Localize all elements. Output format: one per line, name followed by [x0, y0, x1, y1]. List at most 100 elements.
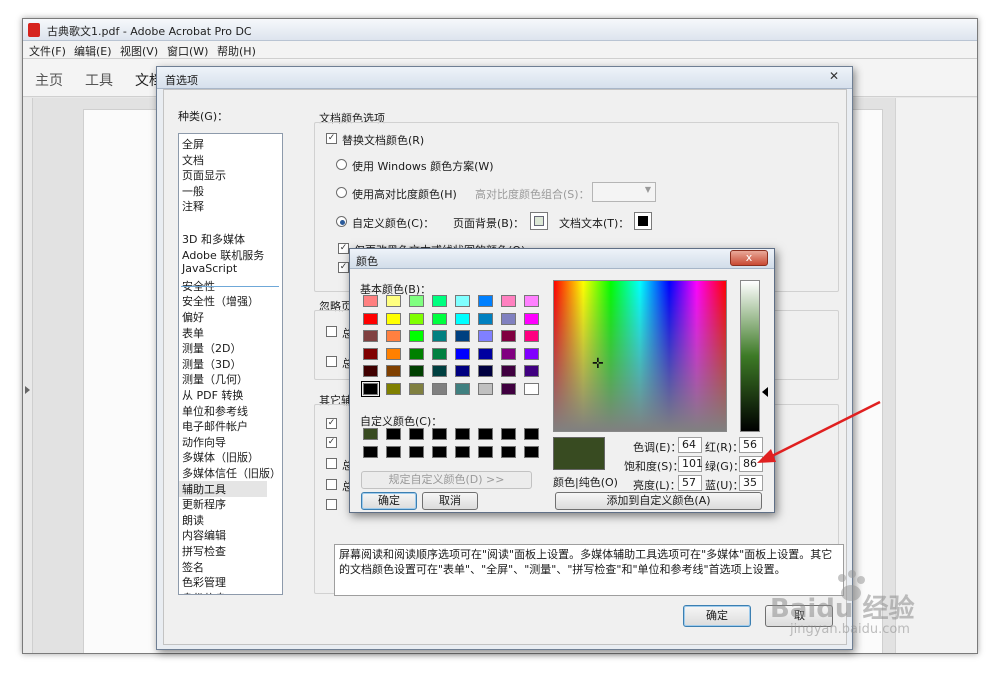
custom-color-swatch[interactable]: [455, 428, 470, 440]
category-item[interactable]: 色彩管理: [182, 574, 226, 590]
close-icon[interactable]: ✕: [824, 69, 844, 85]
category-item[interactable]: 文档: [182, 152, 204, 168]
replace-colors-checkbox[interactable]: ✓: [326, 133, 337, 144]
menu-view[interactable]: 视图(V): [120, 43, 158, 59]
category-item[interactable]: 电子邮件帐户: [182, 418, 248, 434]
color-ok-button[interactable]: 确定: [361, 492, 417, 510]
high-contrast-radio[interactable]: [336, 187, 347, 198]
category-item[interactable]: Adobe 联机服务: [182, 247, 264, 263]
category-item[interactable]: 拼写检查: [182, 543, 226, 559]
left-panel-strip[interactable]: [23, 98, 33, 653]
page-background-swatch[interactable]: [530, 212, 548, 230]
category-item[interactable]: 测量（2D）: [182, 340, 241, 356]
custom-color-swatch[interactable]: [455, 446, 470, 458]
basic-color-swatch[interactable]: [432, 330, 447, 343]
other-option-3-checkbox[interactable]: [326, 458, 337, 469]
basic-color-swatch[interactable]: [432, 383, 447, 395]
high-contrast-select[interactable]: ▼: [592, 182, 656, 202]
category-item-selected[interactable]: 辅助工具: [179, 480, 267, 497]
color-spectrum[interactable]: ✛: [553, 280, 727, 432]
custom-color-swatch[interactable]: [409, 446, 424, 458]
basic-color-swatch[interactable]: [501, 347, 516, 360]
category-item[interactable]: JavaScript: [182, 262, 237, 275]
custom-color-swatch[interactable]: [524, 428, 539, 440]
basic-color-swatch[interactable]: [455, 365, 470, 378]
basic-color-swatch[interactable]: [386, 295, 401, 307]
other-option-1-checkbox[interactable]: ✓: [326, 418, 337, 429]
category-item[interactable]: 表单: [182, 325, 204, 341]
custom-color-swatch[interactable]: [409, 428, 424, 440]
color-dialog-close-button[interactable]: x: [730, 250, 768, 266]
tab-home[interactable]: 主页: [35, 70, 63, 90]
custom-color-swatch[interactable]: [432, 446, 447, 458]
ignore-option-2-checkbox[interactable]: [326, 356, 337, 367]
basic-color-swatch[interactable]: [524, 347, 539, 360]
basic-color-swatch[interactable]: [501, 295, 516, 307]
custom-color-swatch[interactable]: [478, 446, 493, 458]
category-item[interactable]: 多媒体（旧版）: [182, 449, 259, 465]
basic-color-swatch[interactable]: [478, 295, 493, 307]
red-field[interactable]: 56: [739, 437, 763, 453]
custom-color-swatch[interactable]: [386, 428, 401, 440]
custom-color-swatch[interactable]: [524, 446, 539, 458]
basic-color-swatch[interactable]: [386, 312, 401, 325]
basic-color-swatch[interactable]: [455, 330, 470, 343]
category-item[interactable]: 多媒体信任（旧版）: [182, 465, 281, 481]
basic-color-swatch[interactable]: [409, 312, 424, 325]
basic-color-swatch[interactable]: [386, 347, 401, 360]
luminance-bar[interactable]: [740, 280, 760, 432]
basic-color-swatch[interactable]: [409, 330, 424, 343]
category-item[interactable]: 页面显示: [182, 167, 226, 183]
category-item[interactable]: 身份信息: [182, 590, 226, 594]
category-item[interactable]: 3D 和多媒体: [182, 231, 245, 247]
prefs-ok-button[interactable]: 确定: [683, 605, 751, 627]
basic-color-swatch[interactable]: [386, 383, 401, 395]
category-item[interactable]: 全屏: [182, 136, 204, 152]
basic-color-swatch[interactable]: [386, 365, 401, 378]
basic-color-swatch[interactable]: [455, 347, 470, 360]
category-item[interactable]: 签名: [182, 559, 204, 575]
only-change-text-checkbox[interactable]: ✓: [338, 243, 349, 254]
custom-color-swatch[interactable]: [363, 428, 378, 440]
basic-color-swatch[interactable]: [455, 312, 470, 325]
basic-color-swatch[interactable]: [409, 383, 424, 395]
basic-color-swatch[interactable]: [501, 383, 516, 395]
other-option-5-checkbox[interactable]: [326, 499, 337, 510]
category-item[interactable]: 动作向导: [182, 434, 226, 450]
custom-color-radio[interactable]: [336, 216, 347, 227]
basic-color-swatch[interactable]: [432, 295, 447, 307]
color-cancel-button[interactable]: 取消: [422, 492, 478, 510]
basic-color-swatch[interactable]: [409, 347, 424, 360]
line-art-checkbox[interactable]: ✓: [338, 262, 349, 273]
basic-color-swatch[interactable]: [524, 312, 539, 325]
basic-color-swatch[interactable]: [524, 383, 539, 395]
basic-color-swatch[interactable]: [501, 312, 516, 325]
hue-field[interactable]: 64: [678, 437, 702, 453]
basic-color-swatch[interactable]: [432, 347, 447, 360]
custom-color-swatch[interactable]: [363, 446, 378, 458]
menu-edit[interactable]: 编辑(E): [74, 43, 112, 59]
green-field[interactable]: 86: [739, 456, 763, 472]
basic-color-swatch[interactable]: [455, 383, 470, 395]
basic-color-swatch[interactable]: [501, 330, 516, 343]
category-item[interactable]: 安全性（增强）: [182, 293, 259, 309]
basic-color-swatch[interactable]: [501, 365, 516, 378]
menu-window[interactable]: 窗口(W): [167, 43, 208, 59]
tab-tools[interactable]: 工具: [85, 70, 113, 90]
blue-field[interactable]: 35: [739, 475, 763, 491]
category-item[interactable]: 偏好: [182, 309, 204, 325]
basic-color-swatch[interactable]: [363, 365, 378, 378]
saturation-field[interactable]: 101: [678, 456, 703, 472]
basic-color-swatch[interactable]: [363, 347, 378, 360]
expand-left-arrow-icon[interactable]: [25, 386, 30, 394]
luminance-arrow-icon[interactable]: [762, 387, 768, 397]
custom-color-swatch[interactable]: [432, 428, 447, 440]
basic-color-swatch[interactable]: [386, 330, 401, 343]
basic-color-swatch[interactable]: [432, 365, 447, 378]
basic-color-swatch[interactable]: [363, 295, 378, 307]
basic-color-swatch[interactable]: [361, 381, 380, 397]
basic-color-swatch[interactable]: [478, 383, 493, 395]
custom-color-swatch[interactable]: [501, 446, 516, 458]
basic-color-swatch[interactable]: [455, 295, 470, 307]
menu-help[interactable]: 帮助(H): [217, 43, 256, 59]
